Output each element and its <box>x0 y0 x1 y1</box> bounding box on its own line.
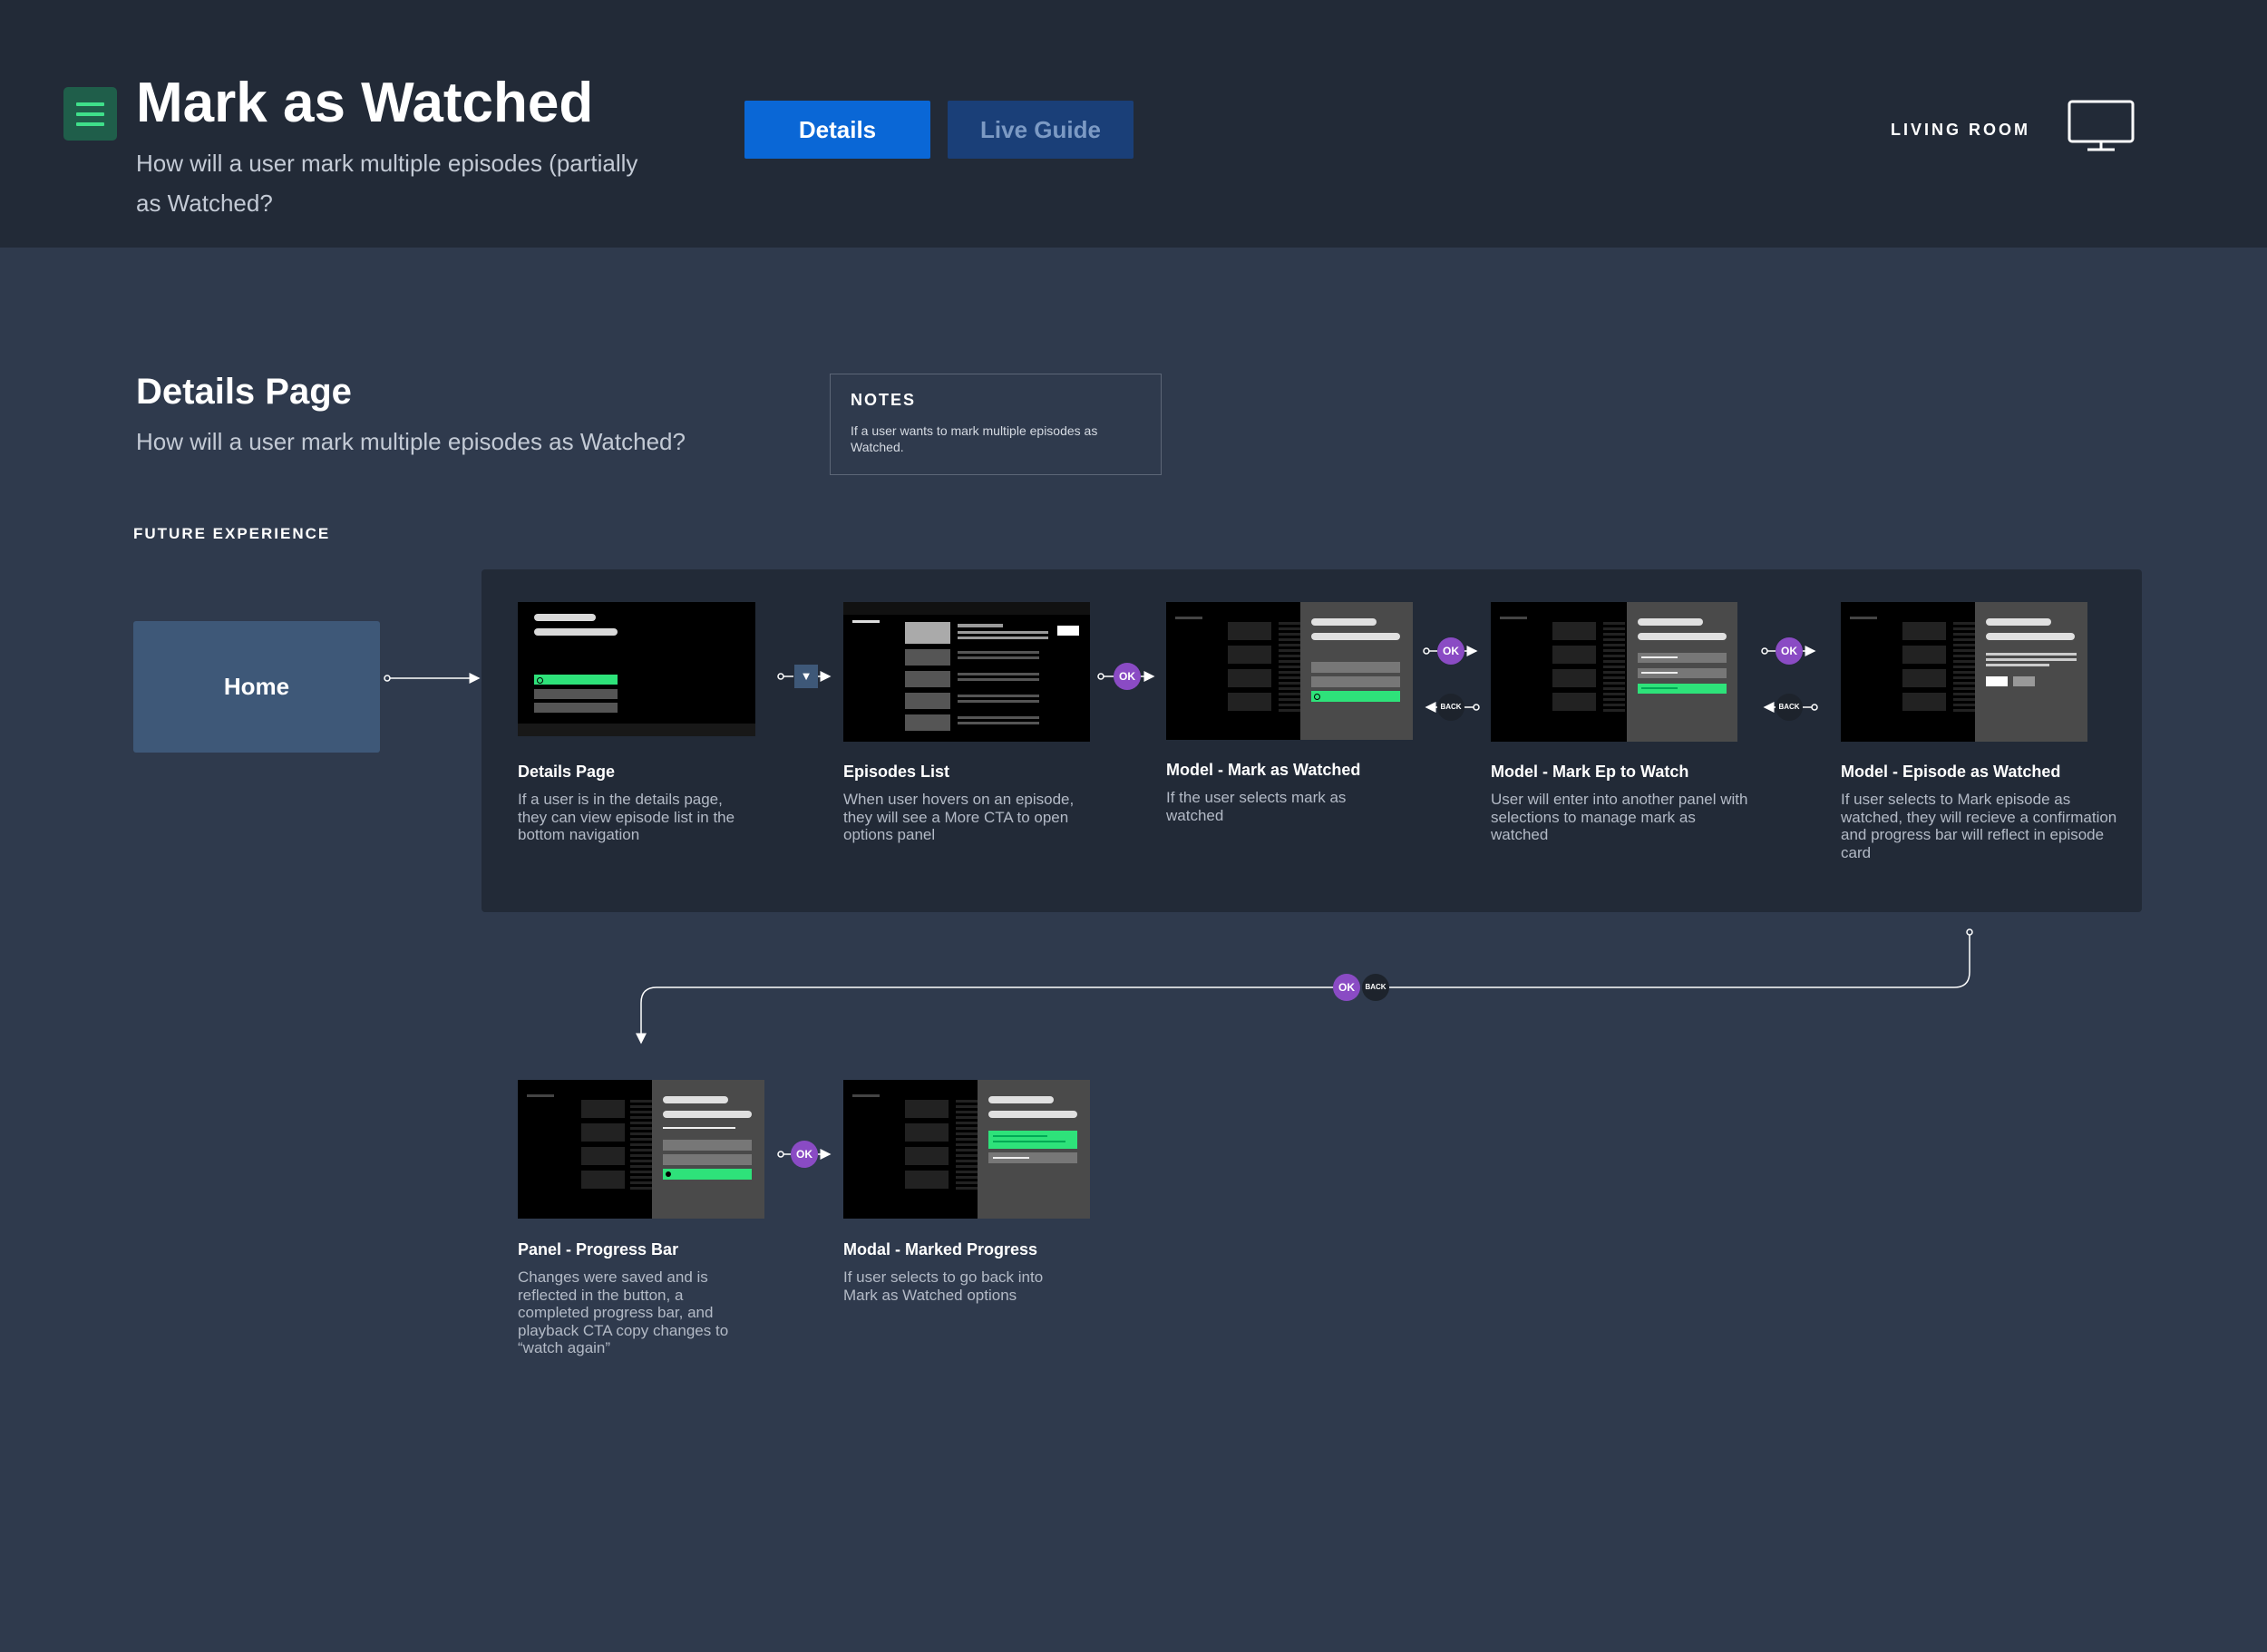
tab-live-guide[interactable]: Live Guide <box>948 101 1134 159</box>
details-page-thumbnail[interactable] <box>518 602 755 736</box>
step-title: Model - Mark Ep to Watch <box>1491 763 1689 781</box>
ok-badge: OK <box>1114 663 1141 690</box>
step-description: User will enter into another panel with … <box>1491 791 1748 843</box>
room-label[interactable]: LIVING ROOM <box>1891 121 2030 140</box>
mark-ep-to-watch-modal-thumbnail[interactable] <box>1491 602 1737 742</box>
page-subtitle: How will a user mark multiple episodes (… <box>136 150 638 217</box>
progress-bar-panel-thumbnail[interactable] <box>518 1080 764 1219</box>
step-caption: Model - Episode as Watched If user selec… <box>1841 763 2117 861</box>
notes-title: NOTES <box>851 391 917 409</box>
step-description: When user hovers on an episode, they wil… <box>843 791 1075 843</box>
ok-badge: OK <box>791 1141 818 1168</box>
ok-badge: OK <box>1333 974 1360 1001</box>
step-description: If user selects to Mark episode as watch… <box>1841 791 2117 861</box>
back-badge: BACK <box>1437 694 1464 721</box>
back-badge: BACK <box>1362 974 1389 1001</box>
step-description: If user selects to go back into Mark as … <box>843 1268 1044 1304</box>
ok-badge: OK <box>1437 637 1464 665</box>
home-node[interactable]: Home <box>133 621 380 753</box>
step-caption: Panel - Progress Bar Changes were saved … <box>518 1240 755 1357</box>
step-title: Episodes List <box>843 763 950 781</box>
back-badge: BACK <box>1776 694 1803 721</box>
step-title: Modal - Marked Progress <box>843 1240 1038 1258</box>
future-experience-label: FUTURE EXPERIENCE <box>133 525 331 542</box>
marked-progress-modal-thumbnail[interactable] <box>843 1080 1090 1219</box>
tv-monitor-icon[interactable] <box>2068 100 2135 152</box>
step-title: Model - Episode as Watched <box>1841 763 2061 781</box>
page-title: Mark as Watched <box>136 72 594 134</box>
step-description: Changes were saved and is reflected in t… <box>518 1268 729 1356</box>
step-description: If the user selects mark as watched <box>1166 789 1347 824</box>
episodes-list-thumbnail[interactable] <box>843 602 1090 742</box>
step-description: If a user is in the details page, they c… <box>518 791 735 843</box>
section-title: Details Page <box>136 372 352 412</box>
ok-badge: OK <box>1776 637 1803 665</box>
step-title: Model - Mark as Watched <box>1166 761 1361 779</box>
step-title: Panel - Progress Bar <box>518 1240 679 1258</box>
navigate-down-badge: ▼ <box>794 665 818 688</box>
section-subtitle: How will a user mark multiple episodes a… <box>136 428 686 455</box>
notes-box: NOTES If a user wants to mark multiple e… <box>830 374 1162 475</box>
step-caption: Episodes List When user hovers on an epi… <box>843 763 1081 844</box>
mark-as-watched-modal-thumbnail[interactable] <box>1166 602 1413 740</box>
step-caption: Details Page If a user is in the details… <box>518 763 755 844</box>
step-caption: Modal - Marked Progress If user selects … <box>843 1240 1081 1304</box>
notes-text: If a user wants to mark multiple episode… <box>851 423 1098 454</box>
menu-button[interactable] <box>63 87 117 141</box>
episode-as-watched-modal-thumbnail[interactable] <box>1841 602 2087 742</box>
step-title: Details Page <box>518 763 616 781</box>
step-caption: Model - Mark as Watched If the user sele… <box>1166 761 1404 824</box>
tab-details[interactable]: Details <box>744 101 930 159</box>
step-caption: Model - Mark Ep to Watch User will enter… <box>1491 763 1754 844</box>
